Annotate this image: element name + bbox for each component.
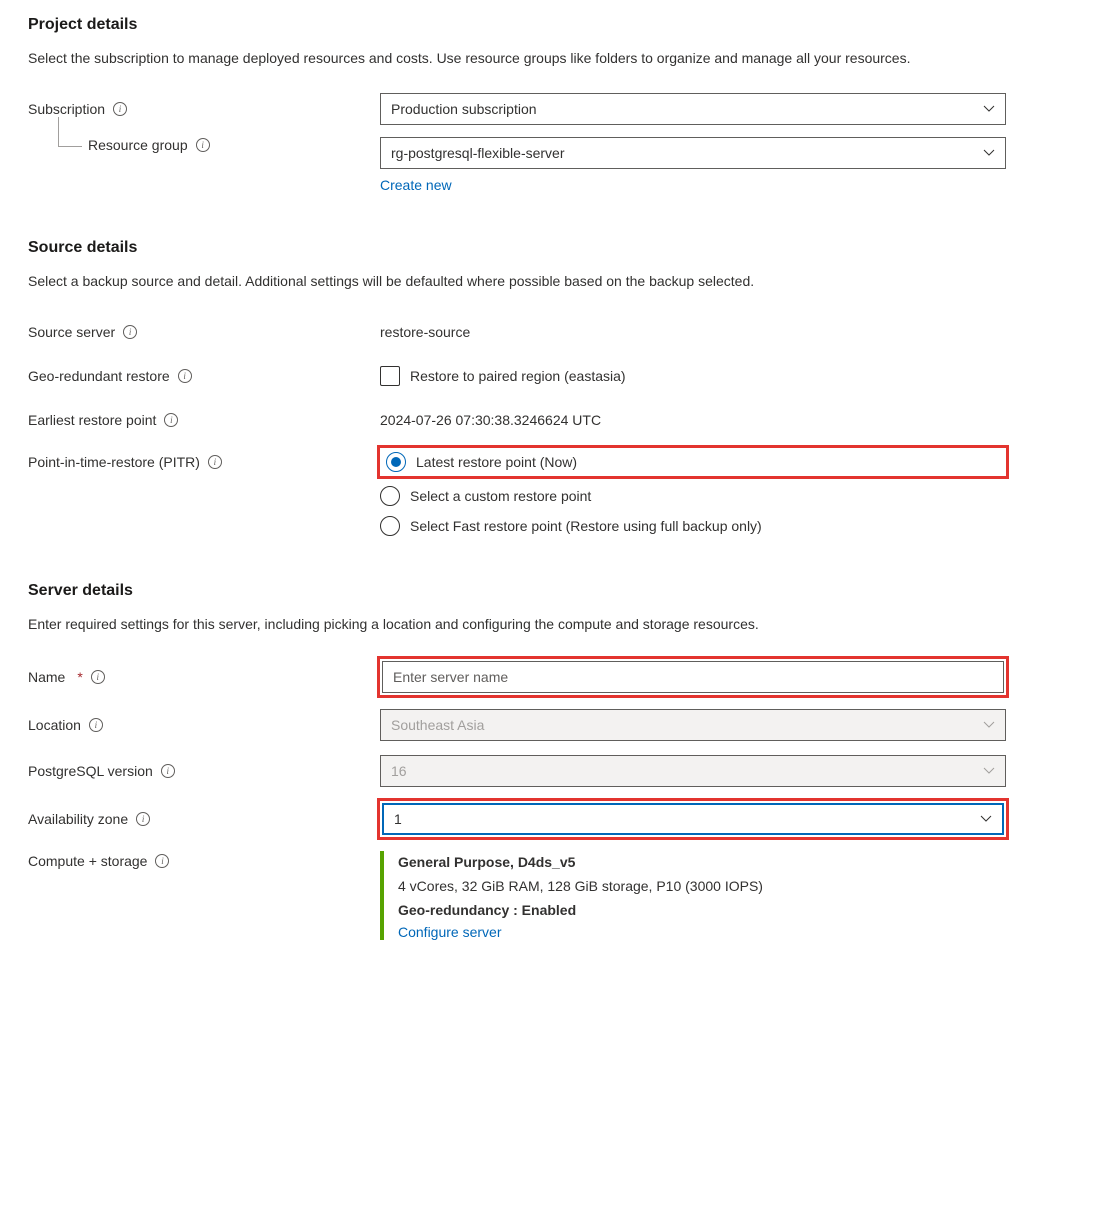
source-server-value: restore-source <box>380 324 1006 340</box>
info-icon[interactable] <box>91 670 105 684</box>
project-details-desc: Select the subscription to manage deploy… <box>28 48 1074 69</box>
chevron-down-icon <box>980 813 992 825</box>
server-details-heading: Server details <box>28 582 1074 600</box>
server-details-desc: Enter required settings for this server,… <box>28 614 1074 635</box>
pitr-radio-custom[interactable]: Select a custom restore point <box>380 486 1006 506</box>
info-icon[interactable] <box>164 413 178 427</box>
pitr-radio-custom-label: Select a custom restore point <box>410 488 591 504</box>
geo-restore-checkbox[interactable]: Restore to paired region (eastasia) <box>380 366 1006 386</box>
chevron-down-icon <box>983 103 995 115</box>
info-icon[interactable] <box>89 718 103 732</box>
info-icon[interactable] <box>136 812 150 826</box>
info-icon[interactable] <box>196 138 210 152</box>
radio-icon <box>386 452 406 472</box>
info-icon[interactable] <box>208 455 222 469</box>
resource-group-dropdown[interactable]: rg-postgresql-flexible-server <box>380 137 1006 169</box>
info-icon[interactable] <box>113 102 127 116</box>
checkbox-box <box>380 366 400 386</box>
info-icon[interactable] <box>123 325 137 339</box>
project-details-heading: Project details <box>28 16 1074 34</box>
subscription-label: Subscription <box>28 101 105 117</box>
compute-geo: Geo-redundancy : Enabled <box>398 902 576 918</box>
chevron-down-icon <box>983 719 995 731</box>
pitr-label: Point-in-time-restore (PITR) <box>28 454 200 470</box>
version-value: 16 <box>391 763 407 779</box>
az-label: Availability zone <box>28 811 128 827</box>
pitr-radio-group: Latest restore point (Now) Select a cust… <box>380 448 1006 536</box>
required-asterisk: * <box>77 669 82 685</box>
pitr-radio-latest[interactable]: Latest restore point (Now) <box>380 448 1006 476</box>
info-icon[interactable] <box>178 369 192 383</box>
pitr-radio-fast[interactable]: Select Fast restore point (Restore using… <box>380 516 1006 536</box>
radio-icon <box>380 516 400 536</box>
subscription-value: Production subscription <box>391 101 537 117</box>
geo-restore-label: Geo-redundant restore <box>28 368 170 384</box>
availability-zone-dropdown[interactable]: 1 <box>382 803 1004 835</box>
tree-elbow <box>58 117 82 147</box>
info-icon[interactable] <box>161 764 175 778</box>
compute-specs: 4 vCores, 32 GiB RAM, 128 GiB storage, P… <box>398 875 1006 899</box>
subscription-dropdown[interactable]: Production subscription <box>380 93 1006 125</box>
compute-tier: General Purpose, D4ds_v5 <box>398 854 575 870</box>
geo-restore-checkbox-label: Restore to paired region (eastasia) <box>410 368 626 384</box>
resource-group-label: Resource group <box>88 137 188 153</box>
info-icon[interactable] <box>155 854 169 868</box>
pitr-radio-fast-label: Select Fast restore point (Restore using… <box>410 518 762 534</box>
earliest-restore-value: 2024-07-26 07:30:38.3246624 UTC <box>380 412 1006 428</box>
earliest-restore-label: Earliest restore point <box>28 412 156 428</box>
resource-group-value: rg-postgresql-flexible-server <box>391 145 565 161</box>
version-dropdown: 16 <box>380 755 1006 787</box>
location-label: Location <box>28 717 81 733</box>
configure-server-link[interactable]: Configure server <box>398 924 502 940</box>
chevron-down-icon <box>983 765 995 777</box>
location-dropdown: Southeast Asia <box>380 709 1006 741</box>
source-details-heading: Source details <box>28 239 1074 257</box>
pitr-radio-latest-label: Latest restore point (Now) <box>416 454 577 470</box>
radio-icon <box>380 486 400 506</box>
server-name-input[interactable] <box>382 661 1004 693</box>
compute-label: Compute + storage <box>28 853 147 869</box>
version-label: PostgreSQL version <box>28 763 153 779</box>
create-new-link[interactable]: Create new <box>380 177 1006 193</box>
compute-summary: General Purpose, D4ds_v5 4 vCores, 32 Gi… <box>380 851 1006 940</box>
az-value: 1 <box>394 811 402 827</box>
chevron-down-icon <box>983 147 995 159</box>
source-details-desc: Select a backup source and detail. Addit… <box>28 271 1074 292</box>
name-label: Name <box>28 669 65 685</box>
source-server-label: Source server <box>28 324 115 340</box>
location-value: Southeast Asia <box>391 717 484 733</box>
